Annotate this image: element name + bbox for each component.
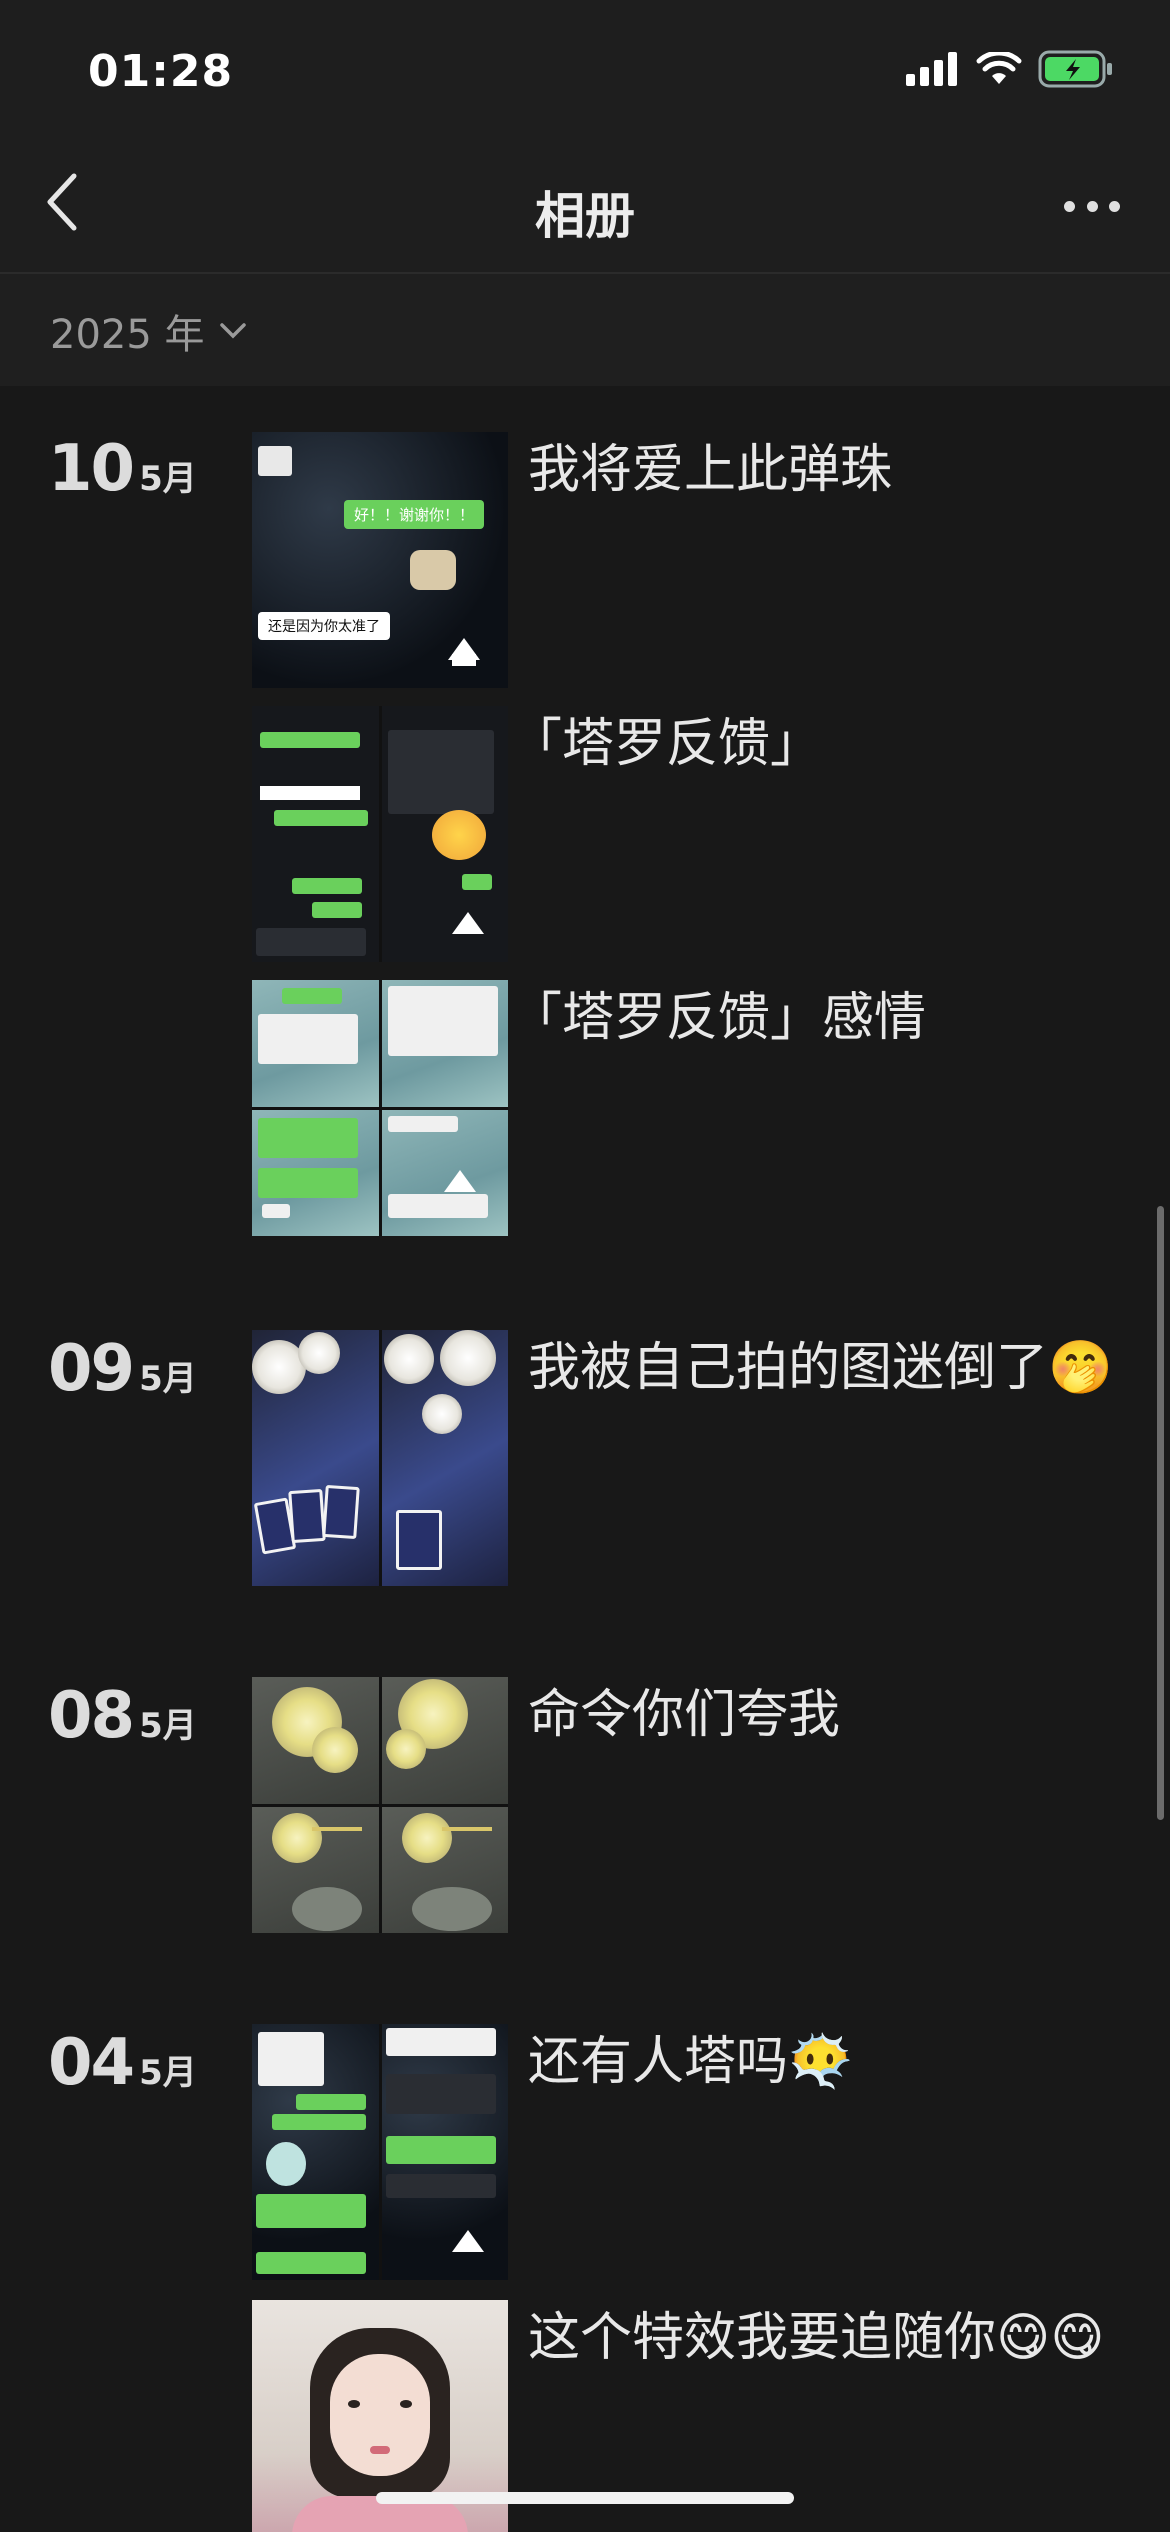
date-label: 10 5月: [48, 432, 197, 506]
post-thumbnail[interactable]: [252, 706, 508, 962]
post-thumbnail[interactable]: [252, 980, 508, 1236]
post-thumbnail[interactable]: [252, 1330, 508, 1586]
post-thumbnail[interactable]: [252, 2024, 508, 2280]
top-bar: 01:28 相册: [0, 0, 1170, 272]
scrollbar[interactable]: [1157, 1206, 1164, 1820]
status-time: 01:28: [88, 46, 234, 97]
date-month: 5月: [139, 1706, 197, 1746]
chat-bubble: 还是因为你太准了: [258, 612, 390, 640]
post-caption: 「塔罗反馈」感情: [510, 988, 927, 1048]
year-label: 2025 年: [50, 312, 205, 358]
cellular-signal-icon: [906, 52, 957, 86]
year-bar: 2025 年: [0, 274, 1170, 386]
battery-charging-icon: [1038, 50, 1112, 88]
wifi-icon: [976, 52, 1022, 84]
year-selector[interactable]: 2025 年: [50, 302, 247, 360]
date-day: 04: [48, 2026, 135, 2100]
post-item[interactable]: 好！！谢谢你！！ 还是因为你太准了 我将爱上此弹珠: [252, 432, 1152, 688]
date-label: 04 5月: [48, 2026, 197, 2100]
more-dot-icon: [1109, 200, 1120, 212]
date-day: 08: [48, 1679, 135, 1753]
chat-bubble: 好！！谢谢你！！: [344, 500, 485, 529]
date-month: 5月: [139, 1359, 197, 1399]
date-month: 5月: [139, 459, 197, 499]
home-indicator[interactable]: [376, 2492, 794, 2504]
more-dot-icon: [1086, 200, 1098, 212]
post-thumbnail[interactable]: 好！！谢谢你！！ 还是因为你太准了: [252, 432, 508, 688]
post-item[interactable]: 命令你们夸我: [252, 1677, 1152, 1933]
date-day: 10: [48, 432, 135, 506]
post-caption: 我将爱上此弹珠: [528, 440, 893, 500]
post-item[interactable]: 「塔罗反馈」感情: [252, 980, 1152, 1236]
status-icons: [906, 50, 1114, 88]
date-label: 08 5月: [48, 1679, 197, 1753]
date-month: 5月: [139, 2053, 197, 2093]
more-dot-icon: [1064, 200, 1075, 212]
post-caption: 还有人塔吗😶‍🌫️: [528, 2032, 853, 2092]
chevron-down-icon: [219, 323, 246, 339]
more-options-button[interactable]: [1052, 186, 1132, 226]
post-thumbnail[interactable]: [252, 1677, 508, 1933]
post-caption: 命令你们夸我: [528, 1685, 841, 1745]
post-caption: 这个特效我要追随你😋😋: [528, 2308, 1105, 2368]
post-item[interactable]: 我被自己拍的图迷倒了🤭: [252, 1330, 1152, 1586]
date-day: 09: [48, 1332, 135, 1406]
date-label: 09 5月: [48, 1332, 197, 1406]
post-item[interactable]: 还有人塔吗😶‍🌫️: [252, 2024, 1152, 2280]
post-caption: 「塔罗反馈」: [510, 714, 823, 774]
post-item[interactable]: 「塔罗反馈」: [252, 706, 1152, 962]
post-caption: 我被自己拍的图迷倒了🤭: [528, 1338, 1113, 1398]
page-title: 相册: [535, 187, 635, 245]
